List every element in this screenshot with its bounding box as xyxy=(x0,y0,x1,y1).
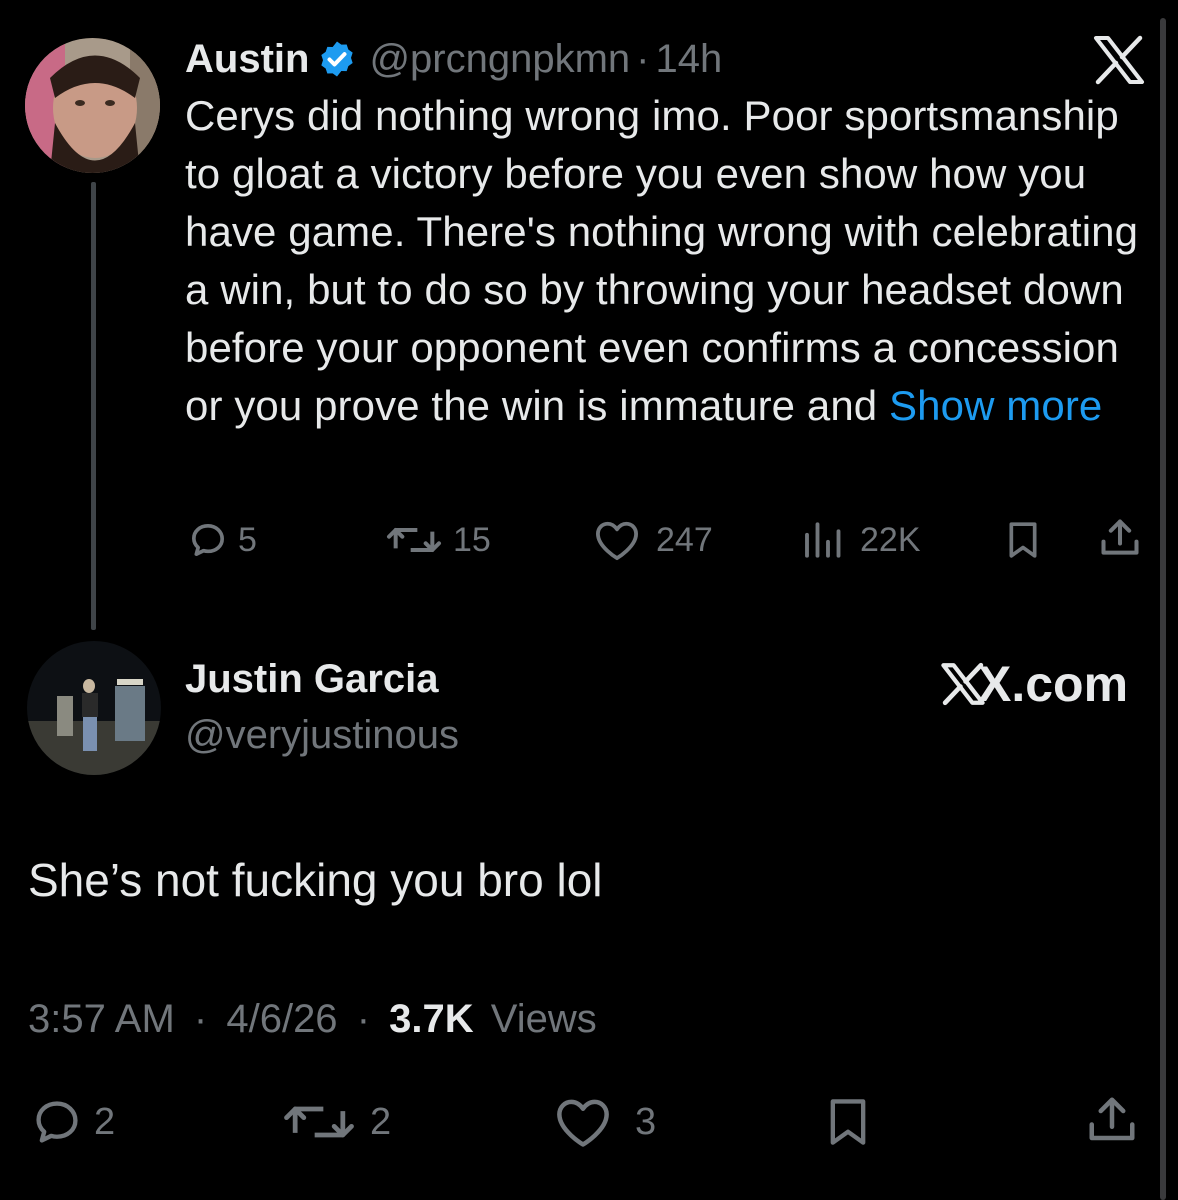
reply-icon xyxy=(192,524,225,556)
quoted-post-text: Cerys did nothing wrong imo. Poor sports… xyxy=(185,87,1160,435)
avatar-austin-image xyxy=(25,38,160,173)
quoted-repost-count: 15 xyxy=(453,520,491,559)
heart-icon xyxy=(596,521,638,561)
bookmark-icon xyxy=(1009,522,1037,558)
share-icon xyxy=(1101,519,1139,555)
bookmark-icon xyxy=(830,1099,866,1145)
reply-author-handle[interactable]: @veryjustinous xyxy=(185,713,459,758)
xcom-brand: X.com xyxy=(940,656,1128,712)
quoted-bookmark-button[interactable] xyxy=(1003,518,1043,562)
handle-separator: · xyxy=(636,36,650,81)
thread-line xyxy=(91,182,96,630)
avatar-austin[interactable] xyxy=(25,38,160,173)
meta-separator-2: · xyxy=(356,997,371,1041)
reply-reply-count: 2 xyxy=(94,1100,116,1143)
quoted-like-button[interactable]: 247 xyxy=(594,518,713,562)
reply-views-count: 3.7K xyxy=(389,997,474,1041)
repost-icon xyxy=(387,528,441,552)
reply-reply-button[interactable]: 2 xyxy=(30,1096,115,1148)
avatar-justin[interactable] xyxy=(27,641,161,775)
reply-repost-button[interactable]: 2 xyxy=(282,1096,391,1148)
repost-icon xyxy=(284,1106,354,1138)
post-time[interactable]: 14h xyxy=(656,37,723,82)
reply-share-button[interactable] xyxy=(1085,1092,1139,1148)
reply-views-label: Views xyxy=(490,997,597,1041)
reply-author-name[interactable]: Justin Garcia xyxy=(185,657,438,702)
heart-icon xyxy=(557,1099,609,1147)
verified-badge-icon xyxy=(317,39,357,79)
avatar-justin-image xyxy=(27,641,161,775)
quoted-reply-count: 5 xyxy=(238,520,257,559)
quoted-repost-button[interactable]: 15 xyxy=(385,518,491,562)
quoted-reply-button[interactable]: 5 xyxy=(188,518,257,562)
reply-meta: 3:57 AM · 4/6/26 · 3.7K Views xyxy=(28,997,597,1042)
reply-time[interactable]: 3:57 AM xyxy=(28,997,175,1041)
quoted-share-button[interactable] xyxy=(1098,516,1142,560)
x-logo-icon xyxy=(1092,35,1146,90)
quoted-views-button[interactable]: 22K xyxy=(800,518,921,562)
quoted-text-body: Cerys did nothing wrong imo. Poor sports… xyxy=(185,92,1139,429)
xcom-text: X.com xyxy=(978,656,1129,712)
reply-post-text: She’s not fucking you bro lol xyxy=(28,854,603,906)
reply-like-button[interactable]: 3 xyxy=(553,1096,656,1148)
quoted-header: Austin @prcngnpkmn · 14h xyxy=(185,35,722,83)
meta-separator-1: · xyxy=(193,997,208,1041)
scrollbar[interactable] xyxy=(1160,18,1166,1200)
share-icon xyxy=(1089,1097,1135,1141)
reply-date[interactable]: 4/6/26 xyxy=(226,997,337,1041)
author-name[interactable]: Austin xyxy=(185,37,309,82)
views-icon xyxy=(805,522,841,558)
quoted-views-count: 22K xyxy=(860,520,921,559)
reply-repost-count: 2 xyxy=(370,1100,392,1143)
author-handle[interactable]: @prcngnpkmn xyxy=(369,37,630,82)
quoted-like-count: 247 xyxy=(656,520,713,559)
show-more-link[interactable]: Show more xyxy=(889,382,1102,429)
reply-bookmark-button[interactable] xyxy=(822,1094,874,1150)
reply-icon xyxy=(36,1101,78,1143)
reply-like-count: 3 xyxy=(635,1100,657,1143)
